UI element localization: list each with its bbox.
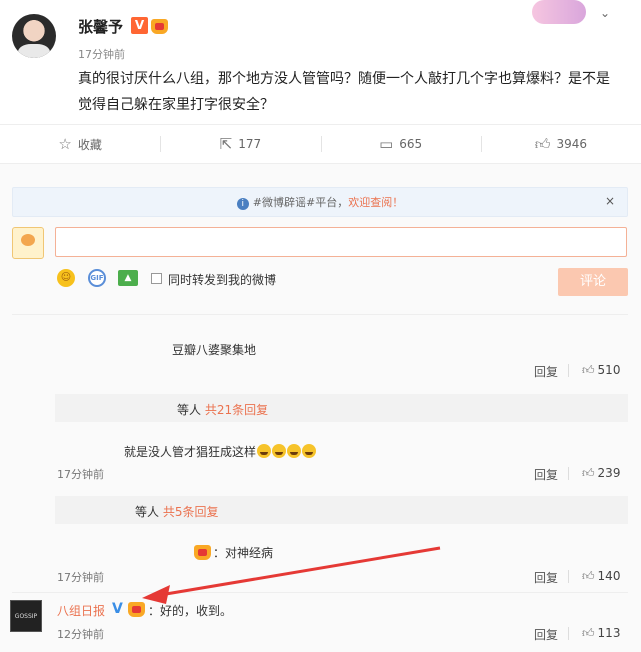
submit-comment-button[interactable]: 评论 — [558, 268, 628, 296]
divider — [568, 570, 569, 583]
verified-badge-icon: V — [112, 601, 123, 617]
reply-link[interactable]: 回复 — [534, 569, 558, 586]
post-action-bar: ☆ 收藏 ⇱ 177 ▭ 665 👍︎ 3946 — [0, 124, 641, 164]
repost-button[interactable]: ⇱ 177 — [160, 125, 320, 163]
comment-icon: ▭ — [379, 135, 394, 153]
comment-count: 665 — [399, 137, 423, 151]
divider — [568, 467, 569, 480]
comment-input[interactable] — [55, 227, 627, 257]
repost-checkbox[interactable] — [151, 273, 162, 284]
laugh-cry-emoji-icon — [257, 444, 272, 458]
reply-link[interactable]: 回复 — [534, 466, 558, 483]
rumor-notice-bar: i #微博辟谣#平台，欢迎查阅！ × — [12, 187, 628, 217]
comment-time: 17分钟前 — [57, 468, 104, 481]
comment-button[interactable]: ▭ 665 — [320, 125, 481, 163]
info-icon: i — [236, 198, 249, 210]
subreply-link[interactable]: 共5条回复 — [163, 505, 219, 519]
favorite-button[interactable]: ☆ 收藏 — [0, 125, 160, 163]
comment-time: 12分钟前 — [57, 628, 104, 641]
commenter-name[interactable]: 八组日报 — [57, 602, 105, 619]
thumbs-up-icon: 👍︎ — [582, 626, 595, 640]
thumbs-up-icon: 👍︎ — [534, 134, 551, 153]
reply-link[interactable]: 回复 — [534, 626, 558, 643]
divider — [12, 592, 628, 593]
repost-count: 177 — [238, 137, 262, 151]
notice-text: i #微博辟谣#平台，欢迎查阅！ — [13, 194, 627, 210]
favorite-label: 收藏 — [77, 137, 102, 152]
commenter-avatar[interactable]: GOSSIP — [10, 600, 42, 632]
comment-like-count: 239 — [597, 466, 621, 480]
comment-like-button[interactable]: 👍︎ 239 — [582, 466, 620, 481]
image-icon[interactable]: ▲ — [118, 270, 138, 286]
my-avatar — [12, 227, 44, 259]
subreply-prefix: 等人 — [135, 505, 160, 519]
comment-like-count: 113 — [597, 626, 621, 640]
comment-text: ：对神经病 — [213, 546, 274, 560]
vip-crown-icon — [151, 19, 168, 34]
divider — [568, 364, 569, 377]
reply-link[interactable]: 回复 — [534, 363, 558, 380]
vip-crown-icon — [194, 545, 211, 560]
divider — [568, 627, 569, 640]
like-button[interactable]: 👍︎ 3946 — [480, 125, 641, 163]
notice-link[interactable]: 欢迎查阅！ — [348, 196, 403, 209]
repost-icon: ⇱ — [219, 135, 233, 153]
comment-text-body: 就是没人管才猖狂成这样 — [124, 445, 257, 459]
subreply-summary[interactable]: 等人 共5条回复 — [55, 496, 628, 524]
comment-like-button[interactable]: 👍︎ 510 — [582, 363, 620, 378]
star-icon: ☆ — [58, 135, 72, 153]
comment-text: ：好的，收到。 — [148, 604, 233, 618]
emoji-icon[interactable]: ☺ — [57, 269, 75, 287]
comment-like-count: 140 — [597, 569, 621, 583]
author-avatar[interactable] — [12, 14, 56, 58]
laugh-cry-emoji-icon — [302, 444, 317, 458]
subreply-link[interactable]: 共21条回复 — [205, 403, 268, 417]
post-text: 真的很讨厌什么八组，那个地方没人管管吗？随便一个人敲打几个字也算爆料？是不是觉得… — [78, 71, 610, 113]
chevron-down-icon[interactable]: ⌄ — [600, 6, 614, 20]
weibo-post: 张馨予 V 17分钟前 真的很讨厌什么八组，那个地方没人管管吗？随便一个人敲打几… — [0, 0, 641, 125]
subreply-text: 等人 共21条回复 — [177, 401, 268, 418]
vip-crown-icon — [128, 602, 145, 617]
repost-checkbox-label[interactable]: 同时转发到我的微博 — [168, 271, 276, 288]
comment-like-button[interactable]: 👍︎ 140 — [582, 569, 620, 584]
comment-like-count: 510 — [597, 363, 621, 377]
thumbs-up-icon: 👍︎ — [582, 466, 595, 480]
subreply-summary[interactable]: 等人 共21条回复 — [55, 394, 628, 422]
close-icon[interactable]: × — [605, 194, 615, 208]
verified-badge-icon: V — [131, 17, 148, 34]
author-name[interactable]: 张馨予 — [78, 16, 123, 37]
notice-prefix: #微博辟谣#平台， — [252, 196, 349, 209]
gif-icon[interactable]: GIF — [88, 269, 106, 287]
thumbs-up-icon: 👍︎ — [582, 569, 595, 583]
card-decoration-image — [532, 0, 586, 24]
laugh-cry-emoji-icon — [272, 444, 287, 458]
laugh-cry-emoji-icon — [287, 444, 302, 458]
comment-text: 豆瓣八婆聚集地 — [172, 343, 257, 357]
comment-time: 17分钟前 — [57, 571, 104, 584]
divider — [12, 314, 628, 315]
subreply-prefix: 等人 — [177, 403, 202, 417]
thumbs-up-icon: 👍︎ — [582, 363, 595, 377]
comment-text: 就是没人管才猖狂成这样 — [124, 443, 317, 460]
like-count: 3946 — [556, 137, 587, 151]
subreply-text: 等人 共5条回复 — [135, 503, 218, 520]
post-time[interactable]: 17分钟前 — [78, 46, 125, 62]
comment-like-button[interactable]: 👍︎ 113 — [582, 626, 620, 641]
